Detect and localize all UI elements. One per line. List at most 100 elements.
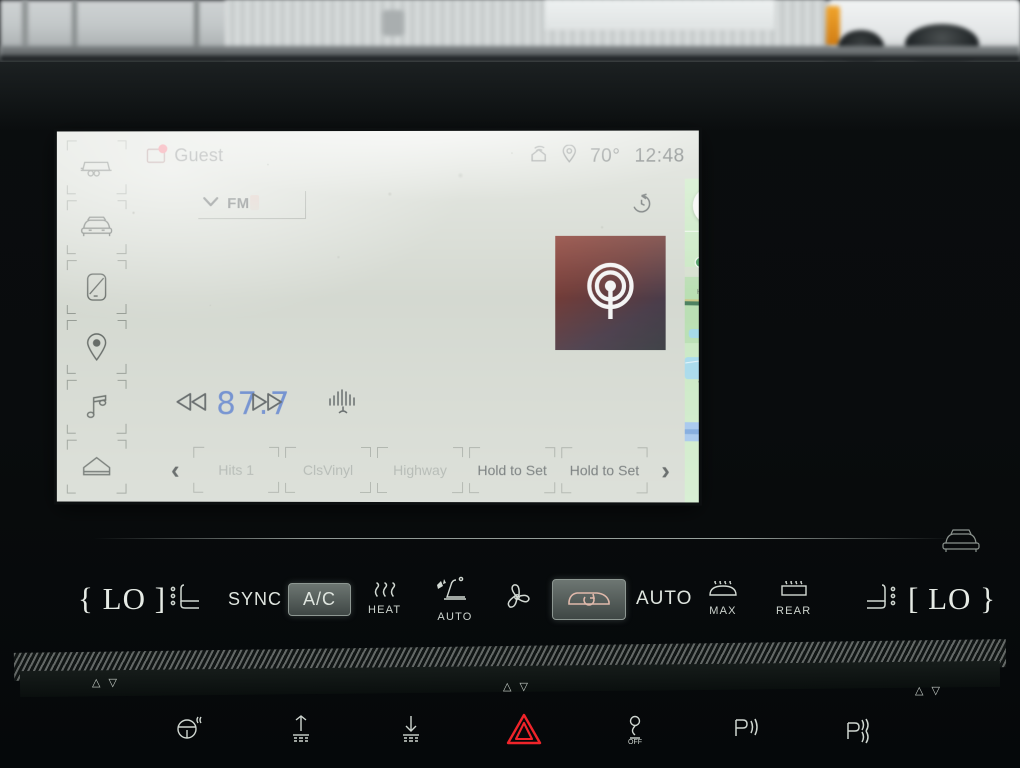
location-pin-icon xyxy=(86,332,108,362)
rear-label: REAR xyxy=(776,605,812,617)
chevron-down-icon[interactable]: ▽ xyxy=(108,676,116,689)
sidebar-item-phone[interactable] xyxy=(66,260,127,315)
heat-button[interactable]: HEAT xyxy=(368,582,401,616)
preset-label: Hold to Set xyxy=(477,462,547,479)
chevron-up-icon[interactable]: △ xyxy=(915,684,923,697)
ac-label: A/C xyxy=(303,588,337,609)
sidebar-item-navigation[interactable] xyxy=(66,319,127,374)
heated-steering-wheel-button[interactable] xyxy=(174,714,204,747)
preset-next-button[interactable]: › xyxy=(651,455,681,485)
profile[interactable]: Guest xyxy=(146,144,223,166)
hazard-triangle-icon xyxy=(505,712,543,751)
outside-temperature: 70° xyxy=(590,145,621,167)
map-road xyxy=(684,230,699,232)
rear-defrost-button[interactable]: REAR xyxy=(776,579,812,617)
driver-temp-value: { LO ] xyxy=(78,581,167,616)
sync-button[interactable]: SYNC xyxy=(228,589,282,610)
infotainment-screen[interactable]: Guest 70° 12:48 FM 87.7 ‹ Hits 1 ClsViny… xyxy=(56,130,699,503)
radio-broadcast-icon xyxy=(581,260,639,325)
chevron-down-icon[interactable]: ▽ xyxy=(519,680,527,693)
rewind-icon[interactable] xyxy=(174,391,208,413)
suspension-lower-button[interactable] xyxy=(398,714,424,749)
preset-label: ClsVinyl xyxy=(302,461,354,478)
preset-button-5[interactable]: Hold to Set xyxy=(561,447,648,494)
vent-control-left[interactable]: △ ▽ xyxy=(92,676,117,689)
preset-label: Hits 1 xyxy=(218,461,255,478)
sidebar-item-home[interactable] xyxy=(66,439,127,494)
seat-heater-icon xyxy=(858,581,898,618)
heat-label: HEAT xyxy=(368,604,402,616)
profile-card-icon xyxy=(146,144,168,164)
home-wifi-icon[interactable] xyxy=(529,145,548,167)
source-selector[interactable]: FM xyxy=(198,191,307,220)
phone-device-icon xyxy=(86,272,108,302)
windshield-reflection xyxy=(0,0,1020,62)
driver-seat-heater-button[interactable] xyxy=(168,581,208,618)
album-art[interactable] xyxy=(555,235,666,351)
chevron-up-icon[interactable]: △ xyxy=(503,680,511,693)
recirculate-button[interactable] xyxy=(552,578,626,620)
vehicle-front-icon xyxy=(80,215,114,239)
auto-seat-label: AUTO xyxy=(437,611,473,623)
steering-wheel-heat-icon xyxy=(174,714,204,747)
trailer-icon xyxy=(80,157,114,177)
notification-dot xyxy=(158,144,168,154)
fast-forward-icon[interactable] xyxy=(250,391,284,413)
parking-sensors-rear-button[interactable] xyxy=(844,718,874,749)
front-defrost-icon xyxy=(706,579,740,604)
vent-control-right[interactable]: △ ▽ xyxy=(915,684,940,697)
preset-button-1[interactable]: Hits 1 xyxy=(193,446,280,493)
sidebar-item-vehicle[interactable] xyxy=(66,200,127,255)
preset-label: Highway xyxy=(393,462,447,479)
preset-button-4[interactable]: Hold to Set xyxy=(469,447,556,494)
map-panel[interactable]: 90 90 90 Hwy 90 Hwy 90 10 10 0 0 xyxy=(684,178,699,503)
infotainment-photo: Guest 70° 12:48 FM 87.7 ‹ Hits 1 ClsViny… xyxy=(0,0,1020,768)
source-label: FM xyxy=(227,194,250,212)
fan-button[interactable] xyxy=(500,582,534,617)
max-defrost-button[interactable]: MAX xyxy=(706,579,740,617)
replay-rewind-icon[interactable] xyxy=(631,193,653,220)
vent-control-center[interactable]: △ ▽ xyxy=(503,680,528,693)
passenger-temperature[interactable]: [ LO } xyxy=(908,581,996,617)
trim-divider xyxy=(92,538,952,539)
climate-control-bar: { LO ] SYNC A/C HEAT AUTO AUTO MAX REAR … xyxy=(0,564,1020,634)
traction-control-off-button[interactable]: OFF xyxy=(622,714,648,749)
transport-controls xyxy=(174,389,360,415)
sidebar-item-media[interactable] xyxy=(66,379,127,434)
preset-row: ‹ Hits 1 ClsVinyl Highway Hold to Set Ho… xyxy=(160,444,680,497)
dashboard-sheen xyxy=(0,62,1020,132)
seat-heater-icon xyxy=(168,581,208,618)
signal-tune-icon[interactable] xyxy=(326,389,360,415)
chevron-down-icon xyxy=(202,194,219,212)
suspension-raise-icon xyxy=(288,714,314,749)
preset-button-2[interactable]: ClsVinyl xyxy=(285,446,372,493)
source-ghost-artifact xyxy=(250,195,260,211)
chevron-down-icon[interactable]: ▽ xyxy=(931,684,939,697)
preset-label: Hold to Set xyxy=(569,462,640,479)
music-note-icon xyxy=(85,393,109,421)
preset-button-3[interactable]: Highway xyxy=(377,447,464,494)
location-pin-icon[interactable] xyxy=(561,144,576,168)
map-poi[interactable]: 0 xyxy=(694,256,699,268)
parking-sensors-front-button[interactable] xyxy=(732,716,762,747)
suspension-raise-button[interactable] xyxy=(288,714,314,749)
hazard-lights-button[interactable] xyxy=(505,712,543,751)
fan-icon xyxy=(500,582,534,617)
svg-text:OFF: OFF xyxy=(628,739,642,744)
sidebar xyxy=(57,131,133,501)
recirculate-icon xyxy=(563,584,615,615)
rear-defrost-icon xyxy=(777,579,811,604)
auto-climate-button[interactable]: AUTO xyxy=(636,588,692,610)
passenger-seat-heater-button[interactable] xyxy=(858,581,898,618)
map-water xyxy=(688,329,699,339)
ac-button[interactable]: A/C xyxy=(288,582,352,616)
auto-seat-button[interactable]: AUTO xyxy=(434,575,476,623)
auto-label: AUTO xyxy=(636,588,693,609)
sidebar-item-trailer[interactable] xyxy=(66,140,127,195)
auto-seat-icon xyxy=(434,575,476,610)
air-vent: △ ▽ △ ▽ △ ▽ xyxy=(0,639,1020,698)
max-label: MAX xyxy=(709,605,737,617)
driver-temperature[interactable]: { LO ] xyxy=(78,581,166,617)
chevron-up-icon[interactable]: △ xyxy=(92,676,100,689)
preset-prev-button[interactable]: ‹ xyxy=(160,455,190,485)
